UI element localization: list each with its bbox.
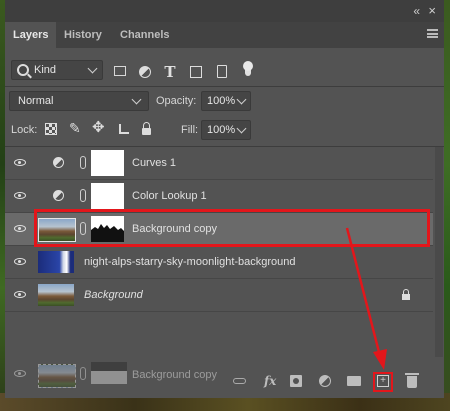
annotation-arrow [345,227,387,370]
